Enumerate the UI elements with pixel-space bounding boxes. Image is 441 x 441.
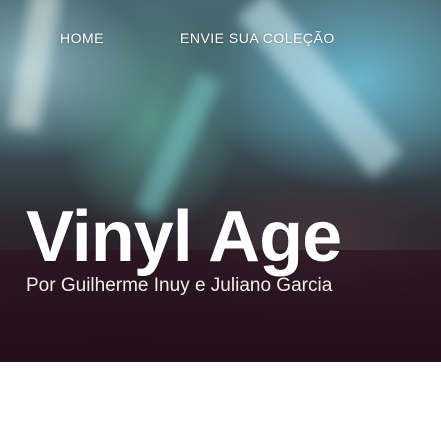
site-title: Vinyl Age [26,197,342,278]
nav-link-submit-collection[interactable]: ENVIE SUA COLEÇÃO [180,30,335,46]
light-beam-decoration [237,0,403,179]
hero-banner: HOME ENVIE SUA COLEÇÃO Vinyl Age Por Gui… [0,0,441,362]
nav-link-home[interactable]: HOME [60,30,104,46]
authors-byline: Por Guilherme Inuy e Juliano Garcia [26,275,333,296]
top-navigation: HOME ENVIE SUA COLEÇÃO [0,30,441,54]
light-beam-decoration [8,0,62,132]
